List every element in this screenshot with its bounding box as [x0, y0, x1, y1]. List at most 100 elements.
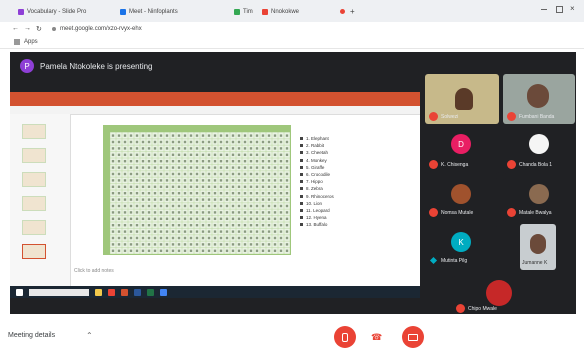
speaking-indicator-icon	[429, 256, 438, 265]
mic-muted-icon	[507, 112, 516, 121]
mic-muted-icon	[507, 208, 516, 217]
forward-icon[interactable]: →	[24, 25, 31, 32]
participant-name: Mutinta Pilg	[441, 258, 468, 264]
word-list-text: 13. Buffalo	[306, 222, 328, 228]
chevron-up-icon[interactable]: ⌃	[86, 331, 93, 340]
slide-thumbnail[interactable]	[22, 148, 46, 163]
reload-icon[interactable]: ↻	[36, 25, 42, 33]
mic-off-button[interactable]	[334, 326, 356, 348]
url-field[interactable]: meet.google.com/xzo-rvyx-ehx	[60, 26, 142, 32]
browser-tab[interactable]: Vocabulary - Slide Pro	[18, 6, 86, 18]
participant-video	[530, 234, 546, 254]
browser-tab-bar: Vocabulary - Slide Pro Meet - Ninfoplant…	[0, 0, 584, 22]
participant-name: Matale Bwalya	[519, 210, 552, 216]
bullet-icon	[300, 180, 303, 184]
slide-thumbnail[interactable]	[22, 196, 46, 211]
windows-start-icon[interactable]	[16, 288, 23, 296]
word-list-text: 8. Zebra	[306, 186, 323, 192]
participant-avatar	[451, 184, 471, 204]
bullet-icon	[300, 173, 303, 177]
browser-tab[interactable]: Nnokokwe	[262, 6, 299, 18]
participant-tile[interactable]: Chipo Mwale	[452, 276, 550, 314]
tab-title: Meet - Ninfoplants	[129, 9, 178, 15]
back-icon[interactable]: ←	[12, 25, 19, 32]
participant-tile[interactable]: Jumanne K	[520, 224, 556, 270]
bullet-icon	[300, 216, 303, 220]
file-explorer-icon[interactable]	[95, 288, 102, 296]
presenting-text: Pamela Ntokoleke is presenting	[40, 61, 153, 71]
word-list-item: 7. Hippo	[300, 178, 360, 185]
tab-title: Vocabulary - Slide Pro	[27, 9, 87, 15]
taskbar-search-input[interactable]	[29, 288, 89, 296]
video-off-icon	[408, 333, 418, 341]
participant-tile[interactable]: Fumbani Banda	[503, 74, 575, 124]
participant-avatar	[486, 280, 512, 306]
tab-favicon-icon	[120, 9, 126, 15]
presenting-banner: P Pamela Ntokoleke is presenting	[20, 57, 420, 75]
slide-thumbnail[interactable]	[22, 220, 46, 235]
excel-icon[interactable]	[147, 288, 154, 296]
participant-name: Chanda Bola 1	[519, 162, 553, 168]
word-list: 1. Elephant 2. Rabbit 3. Cheetah 4. Monkey 5…	[300, 135, 360, 228]
browser-tab[interactable]: Tim	[234, 6, 253, 18]
slide-thumbnail[interactable]	[22, 172, 46, 187]
slide-thumbnail[interactable]	[22, 124, 46, 139]
bookmark-apps[interactable]: Apps	[24, 39, 38, 45]
word-list-item: 13. Buffalo	[300, 221, 360, 228]
new-tab-button[interactable]: +	[350, 7, 355, 16]
word-list-text: 10. Lion	[306, 200, 323, 206]
word-icon[interactable]	[134, 288, 141, 296]
participant-name: Solwezi	[441, 114, 459, 120]
bookmarks-bar: Apps	[0, 36, 584, 49]
word-list-item: 8. Zebra	[300, 185, 360, 192]
mic-muted-icon	[429, 160, 438, 169]
bullet-icon	[300, 201, 303, 205]
minimize-icon[interactable]	[541, 9, 547, 10]
close-icon[interactable]: ×	[570, 4, 575, 13]
participant-name: K. Chisenga	[441, 162, 469, 168]
bullet-icon	[300, 223, 303, 227]
grid-lines	[104, 126, 290, 254]
word-list-text: 2. Rabbit	[306, 143, 325, 149]
participant-tile[interactable]: Nomsa Mutale	[425, 178, 499, 222]
mic-muted-icon	[429, 208, 438, 217]
bullet-icon	[300, 144, 303, 148]
presenter-avatar: P	[20, 59, 34, 73]
participant-tile[interactable]: Solwezi	[425, 74, 499, 124]
word-list-text: 3. Cheetah	[306, 150, 329, 156]
word-list-item: 12. Hyena	[300, 214, 360, 221]
word-list-text: 12. Hyena	[306, 215, 327, 221]
meet-controls-bar: Meeting details ⌃ ☎	[0, 318, 584, 352]
participant-tile[interactable]: Chanda Bola 1	[503, 128, 575, 174]
maximize-icon[interactable]	[556, 6, 563, 13]
powerpoint-icon[interactable]	[121, 288, 128, 296]
slide-thumbnail-selected[interactable]	[22, 244, 46, 259]
participant-name: Fumbani Banda	[519, 114, 555, 120]
participant-name: Jumanne K	[522, 260, 548, 266]
participant-tile[interactable]: K Mutinta Pilg	[425, 226, 499, 272]
mic-muted-icon	[456, 304, 465, 313]
participant-video	[527, 84, 549, 108]
word-list-text: 6. Crocodile	[306, 172, 331, 178]
tab-title: Tim	[243, 9, 253, 15]
chrome-icon[interactable]	[108, 288, 115, 296]
participant-name: Nomsa Mutale	[441, 210, 474, 216]
participant-avatar	[529, 134, 549, 154]
word-list-item: 5. Giraffe	[300, 164, 360, 171]
browser-tab[interactable]: Meet - Ninfoplants	[120, 6, 178, 18]
bullet-icon	[300, 158, 303, 162]
meeting-details-button[interactable]: Meeting details	[8, 332, 55, 339]
mic-muted-icon	[507, 160, 516, 169]
end-call-icon[interactable]: ☎	[371, 332, 382, 343]
tab-favicon-icon	[18, 9, 24, 15]
tab-title: Nnokokwe	[271, 9, 300, 15]
tab-favicon-icon	[262, 9, 268, 15]
app-icon[interactable]	[160, 288, 167, 296]
word-search-grid	[103, 125, 291, 255]
mic-off-icon	[342, 332, 348, 342]
participant-tile[interactable]: D K. Chisenga	[425, 128, 499, 174]
word-list-item: 9. Rhinoceros	[300, 193, 360, 200]
participant-tile[interactable]: Matale Bwalya	[503, 178, 575, 222]
recording-dot-icon	[340, 9, 345, 14]
camera-off-button[interactable]	[402, 326, 424, 348]
